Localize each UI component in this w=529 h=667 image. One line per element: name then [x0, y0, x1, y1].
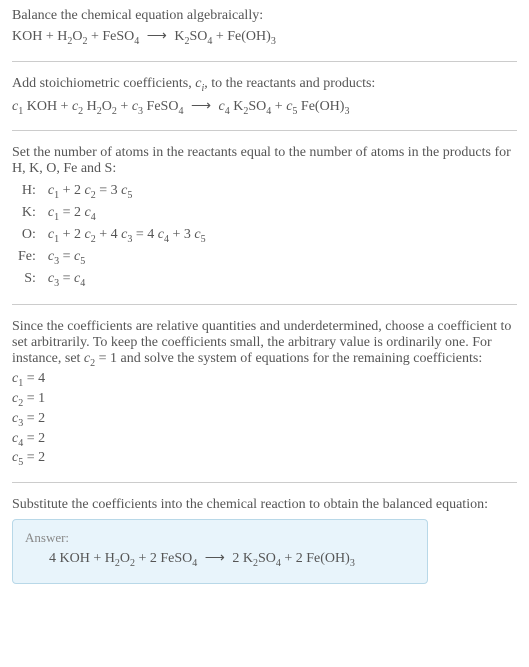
eq-text: SO [189, 29, 207, 44]
eq-text: H [83, 99, 97, 114]
solution-line: c3 = 2 [12, 411, 517, 429]
value: = 2 [23, 431, 45, 446]
eq-text: O [102, 99, 112, 114]
solution-line: c2 = 1 [12, 391, 517, 409]
subscript: 4 [192, 558, 197, 569]
eq-text: + [117, 99, 132, 114]
table-row: S: c3 = c4 [12, 269, 212, 291]
solution-line: c5 = 2 [12, 450, 517, 468]
element-label: K: [12, 203, 42, 225]
eq-text: SO [258, 551, 276, 566]
value: = 1 [23, 391, 45, 406]
coef-sub: 5 [201, 234, 206, 245]
text: = 4 [132, 227, 157, 242]
eq-text: K [174, 29, 184, 44]
eq-text: + FeSO [87, 29, 134, 44]
text: + 4 [96, 227, 121, 242]
eq-text: KOH + H [12, 29, 67, 44]
step1-text: Balance the chemical equation algebraica… [12, 8, 517, 24]
eq-text: 4 KOH + H [49, 551, 115, 566]
element-label: S: [12, 269, 42, 291]
subscript: 3 [344, 105, 349, 116]
eq-text: + 2 FeSO [135, 551, 192, 566]
divider [12, 130, 517, 131]
equation-cell: c1 + 2 c2 = 3 c5 [42, 181, 212, 203]
reaction-arrow-icon: ⟶ [201, 550, 229, 567]
coef-sub: 4 [91, 212, 96, 223]
reaction-arrow-icon: ⟶ [143, 28, 171, 45]
eq-text: O [72, 29, 82, 44]
value: = 2 [23, 411, 45, 426]
eq-text: Fe(OH) [297, 99, 344, 114]
answer-label: Answer: [25, 530, 415, 546]
equation-cell: c1 = 2 c4 [42, 203, 212, 225]
value: = 4 [23, 371, 45, 386]
table-row: Fe: c3 = c5 [12, 247, 212, 269]
eq-text: + 2 Fe(OH) [281, 551, 350, 566]
step4-text: Since the coefficients are relative quan… [12, 319, 517, 369]
reaction-arrow-icon: ⟶ [187, 98, 215, 115]
document-root: Balance the chemical equation algebraica… [0, 0, 529, 606]
eq-text: + Fe(OH) [212, 29, 270, 44]
element-label: O: [12, 225, 42, 247]
value: = 2 [23, 450, 45, 465]
text: , to the reactants and products: [204, 76, 375, 91]
eq-text: O [120, 551, 130, 566]
text: = 3 [96, 183, 121, 198]
text: = [59, 271, 74, 286]
element-label: Fe: [12, 247, 42, 269]
text: Add stoichiometric coefficients, [12, 76, 195, 91]
text: + 2 [59, 227, 84, 242]
divider [12, 304, 517, 305]
answer-box: Answer: 4 KOH + H2O2 + 2 FeSO4 ⟶ 2 K2SO4… [12, 519, 428, 584]
table-row: K: c1 = 2 c4 [12, 203, 212, 225]
step3-text: Set the number of atoms in the reactants… [12, 145, 517, 177]
step-solve: Since the coefficients are relative quan… [12, 319, 517, 468]
eq-text: SO [248, 99, 266, 114]
step-balance-intro: Balance the chemical equation algebraica… [12, 8, 517, 47]
step1-equation: KOH + H2O2 + FeSO4 ⟶ K2SO4 + Fe(OH)3 [12, 28, 517, 47]
divider [12, 482, 517, 483]
solution-line: c4 = 2 [12, 431, 517, 449]
subscript: 4 [134, 36, 139, 47]
eq-text: K [230, 99, 244, 114]
solution-line: c1 = 4 [12, 371, 517, 389]
table-row: O: c1 + 2 c2 + 4 c3 = 4 c4 + 3 c5 [12, 225, 212, 247]
equation-cell: c1 + 2 c2 + 4 c3 = 4 c4 + 3 c5 [42, 225, 212, 247]
table-row: H: c1 + 2 c2 = 3 c5 [12, 181, 212, 203]
coef-sub: 4 [80, 277, 85, 288]
subscript: 3 [271, 36, 276, 47]
eq-text: 2 K [232, 551, 253, 566]
step-atom-balance: Set the number of atoms in the reactants… [12, 145, 517, 290]
text: + 2 [59, 183, 84, 198]
atom-balance-table: H: c1 + 2 c2 = 3 c5 K: c1 = 2 c4 O: c1 +… [12, 181, 212, 290]
step-add-coefficients: Add stoichiometric coefficients, ci, to … [12, 76, 517, 117]
text: = 1 and solve the system of equations fo… [95, 351, 482, 366]
coef-sub: 5 [127, 190, 132, 201]
divider [12, 61, 517, 62]
eq-text: KOH + [23, 99, 72, 114]
step-answer: Substitute the coefficients into the che… [12, 497, 517, 584]
step5-text: Substitute the coefficients into the che… [12, 497, 517, 513]
eq-text: + [271, 99, 286, 114]
text: = 2 [59, 205, 84, 220]
element-label: H: [12, 181, 42, 203]
answer-equation: 4 KOH + H2O2 + 2 FeSO4 ⟶ 2 K2SO4 + 2 Fe(… [25, 550, 415, 569]
coef-sub: 5 [80, 256, 85, 267]
equation-cell: c3 = c4 [42, 269, 212, 291]
text: + 3 [169, 227, 194, 242]
step2-text: Add stoichiometric coefficients, ci, to … [12, 76, 517, 94]
step2-equation: c1 KOH + c2 H2O2 + c3 FeSO4 ⟶ c4 K2SO4 +… [12, 98, 517, 117]
equation-cell: c3 = c5 [42, 247, 212, 269]
text: = [59, 249, 74, 264]
subscript: 3 [350, 558, 355, 569]
subscript: 4 [178, 105, 183, 116]
eq-text: FeSO [143, 99, 178, 114]
